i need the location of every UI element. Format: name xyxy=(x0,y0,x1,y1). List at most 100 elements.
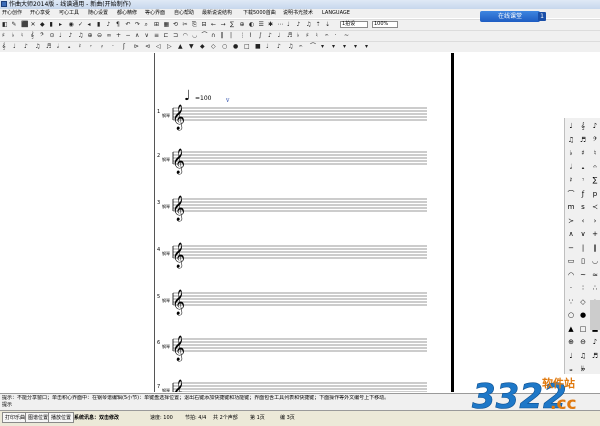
toolbar-icon[interactable]: ♭ xyxy=(12,32,15,40)
toolbar-icon[interactable]: | xyxy=(230,32,232,40)
toolbar-icon[interactable]: ▮ xyxy=(50,21,53,29)
toolbar-icon[interactable]: ♪ xyxy=(297,21,301,29)
palette-icon[interactable]: ♬ xyxy=(577,136,589,145)
toolbar-icon[interactable]: ⊕ xyxy=(88,32,93,40)
palette-icon[interactable]: ƒ xyxy=(577,190,589,199)
toolbar-icon[interactable]: ▸ xyxy=(59,21,62,29)
toolbar-icon[interactable]: 𝄿 xyxy=(101,43,103,51)
toolbar-icon[interactable]: → xyxy=(221,21,226,29)
toolbar-icon[interactable]: ♩ xyxy=(266,43,269,51)
toolbar-icon[interactable]: ♯ xyxy=(2,32,5,40)
palette-icon[interactable]: › xyxy=(589,217,600,226)
toolbar-icon[interactable]: ♫ xyxy=(288,43,293,51)
palette-icon[interactable]: ♮ xyxy=(589,149,600,158)
score-canvas[interactable]: ♩ =100 v 𝄞1钢琴𝄞2钢琴𝄞3钢琴𝄞4钢琴𝄞5钢琴𝄞6钢琴𝄞7钢琴 xyxy=(155,53,452,405)
tempo-marking[interactable]: =100 xyxy=(195,95,212,102)
toolbar-icon[interactable]: ⊕ xyxy=(240,21,245,29)
toolbar-icon[interactable]: ♫ xyxy=(35,43,40,51)
palette-icon[interactable]: ≻ xyxy=(565,217,577,226)
palette-icon[interactable]: ◡ xyxy=(589,257,600,266)
menu-item[interactable]: LANGUAGE xyxy=(322,10,350,17)
toolbar-icon[interactable]: ⋯ xyxy=(278,21,284,29)
palette-icon[interactable]: ○ xyxy=(565,311,577,320)
toolbar-icon[interactable]: ◁ xyxy=(156,43,161,51)
toolbar-icon[interactable]: ⊙ xyxy=(50,32,55,40)
palette-icon[interactable]: ♫ xyxy=(565,136,577,145)
toolbar-icon[interactable]: · xyxy=(335,32,337,40)
palette-icon[interactable]: ≈ xyxy=(589,271,600,280)
menu-item[interactable]: 开心创作 xyxy=(2,10,22,17)
palette-icon[interactable]: ♯ xyxy=(577,149,589,158)
toolbar-icon[interactable]: ⇣ xyxy=(325,21,330,29)
palette-icon[interactable]: ∴ xyxy=(589,284,600,293)
toolbar-icon[interactable]: □ xyxy=(244,43,250,51)
toolbar-icon[interactable]: ∞ xyxy=(107,32,112,40)
palette-icon[interactable]: 𝅗𝅥 xyxy=(565,163,577,172)
palette-icon[interactable]: ‖ xyxy=(589,244,600,253)
toolbar-icon[interactable]: ⌒ xyxy=(202,32,208,40)
palette-scrollbar[interactable] xyxy=(590,300,600,330)
palette-icon[interactable]: ♪ xyxy=(589,338,600,347)
toolbar-icon[interactable]: ≡ xyxy=(154,32,159,40)
toolbar-icon[interactable]: ¶ xyxy=(116,21,120,29)
toolbar-icon[interactable]: ∧ xyxy=(135,32,139,40)
toolbar-icon[interactable]: ◧ xyxy=(2,21,8,29)
palette-icon[interactable]: ● xyxy=(577,311,589,320)
palette-icon[interactable]: + xyxy=(589,230,600,239)
palette-icon[interactable]: 𝄞 xyxy=(577,122,589,131)
toolbar-icon[interactable]: ◐ xyxy=(249,21,254,29)
toolbar-icon[interactable]: ● xyxy=(233,43,238,51)
palette-icon[interactable]: ♩ xyxy=(565,352,577,361)
menu-item[interactable]: 自心帮助 xyxy=(174,10,194,17)
toolbar-icon[interactable]: ♫ xyxy=(78,32,83,40)
toolbar-icon[interactable]: ⟲ xyxy=(173,21,178,29)
play-position-button[interactable]: 播放位置 xyxy=(48,412,75,423)
toolbar-icon[interactable]: ⊖ xyxy=(97,32,102,40)
toolbar-icon[interactable]: ← xyxy=(211,21,216,29)
toolbar-icon[interactable]: ⊏ xyxy=(164,32,169,40)
toolbar-icon[interactable]: ⊐ xyxy=(173,32,178,40)
toolbar-icon[interactable]: ♬ xyxy=(46,43,51,51)
toolbar-icon[interactable]: ♩ xyxy=(13,43,16,51)
palette-icon[interactable]: ♬ xyxy=(589,352,600,361)
toolbar-icon[interactable]: ♩ xyxy=(287,21,290,29)
toolbar-icon[interactable]: 𝄐 xyxy=(325,32,328,40)
toolbar-icon[interactable]: 𝄾 xyxy=(90,43,92,51)
palette-icon[interactable]: ‹ xyxy=(577,217,589,226)
palette-icon[interactable]: □ xyxy=(577,325,589,334)
toolbar-icon[interactable]: ∨ xyxy=(145,32,149,40)
toolbar-icon[interactable]: ⊟ xyxy=(202,21,207,29)
score-page[interactable]: ♩ =100 v 𝄞1钢琴𝄞2钢琴𝄞3钢琴𝄞4钢琴𝄞5钢琴𝄞6钢琴𝄞7钢琴 xyxy=(154,53,452,405)
toolbar-icon[interactable]: ▾ xyxy=(321,43,324,51)
toolbar-icon[interactable]: ◇ xyxy=(211,43,216,51)
palette-icon[interactable]: ∑ xyxy=(589,176,600,185)
toolbar-icon[interactable]: ○ xyxy=(222,43,227,51)
toolbar-icon[interactable]: + xyxy=(116,32,121,40)
palette-icon[interactable]: ♫ xyxy=(577,352,589,361)
toolbar-icon[interactable]: 𝅝 xyxy=(68,43,70,51)
toolbar-icon[interactable]: ♪ xyxy=(277,43,281,51)
palette-icon[interactable]: ∵ xyxy=(565,298,577,307)
palette-icon[interactable]: p xyxy=(589,190,600,199)
online-class-button[interactable]: 在线课堂 1 xyxy=(480,11,546,22)
toolbar-icon[interactable]: ✂ xyxy=(183,21,188,29)
zoom-select[interactable]: 100% xyxy=(372,21,398,28)
toolbar-icon[interactable]: ✱ xyxy=(268,21,273,29)
toolbar-icon[interactable]: ♩ xyxy=(278,32,281,40)
toolbar-icon[interactable]: ♩ xyxy=(59,32,62,40)
toolbar-icon[interactable]: ♬ xyxy=(287,32,292,40)
toolbar-icon[interactable]: ♭ xyxy=(297,32,300,40)
palette-icon[interactable]: − xyxy=(565,244,577,253)
palette-icon[interactable]: ∧ xyxy=(565,230,577,239)
toolbar-icon[interactable]: ⇡ xyxy=(316,21,321,29)
toolbar-icon[interactable]: ♪ xyxy=(268,32,272,40)
toolbar-icon[interactable]: ♪ xyxy=(107,21,111,29)
toolbar-icon[interactable]: ◠ xyxy=(183,32,188,40)
toolbar-icon[interactable]: ♯ xyxy=(306,32,309,40)
toolbar-icon[interactable]: ⌇ xyxy=(249,32,252,40)
toolbar-icon[interactable]: ⊲ xyxy=(145,43,150,51)
toolbar-icon[interactable]: ▾ xyxy=(365,43,368,51)
toolbar-icon[interactable]: ♪ xyxy=(69,32,73,40)
toolbar-icon[interactable]: ⬛ xyxy=(21,21,28,29)
toolbar-icon[interactable]: ▼ xyxy=(189,43,194,51)
